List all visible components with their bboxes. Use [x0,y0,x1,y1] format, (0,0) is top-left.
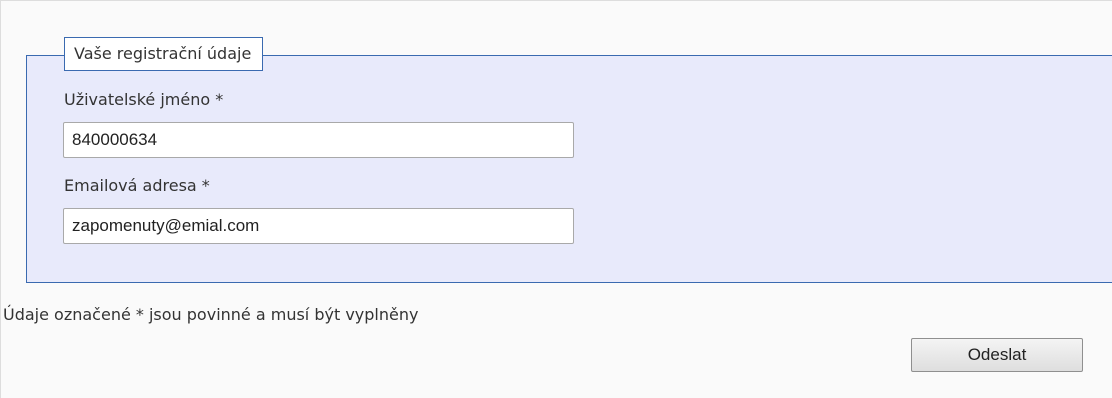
fieldset-legend: Vaše registrační údaje [64,37,264,71]
email-label: Emailová adresa * [64,176,210,195]
username-label: Uživatelské jméno * [64,90,224,109]
email-input[interactable] [63,208,574,244]
submit-button[interactable]: Odeslat [911,338,1083,372]
registration-page: Vaše registrační údaje Uživatelské jméno… [0,0,1112,398]
required-fields-note: Údaje označené * jsou povinné a musí být… [3,305,419,324]
username-input[interactable] [63,122,574,158]
